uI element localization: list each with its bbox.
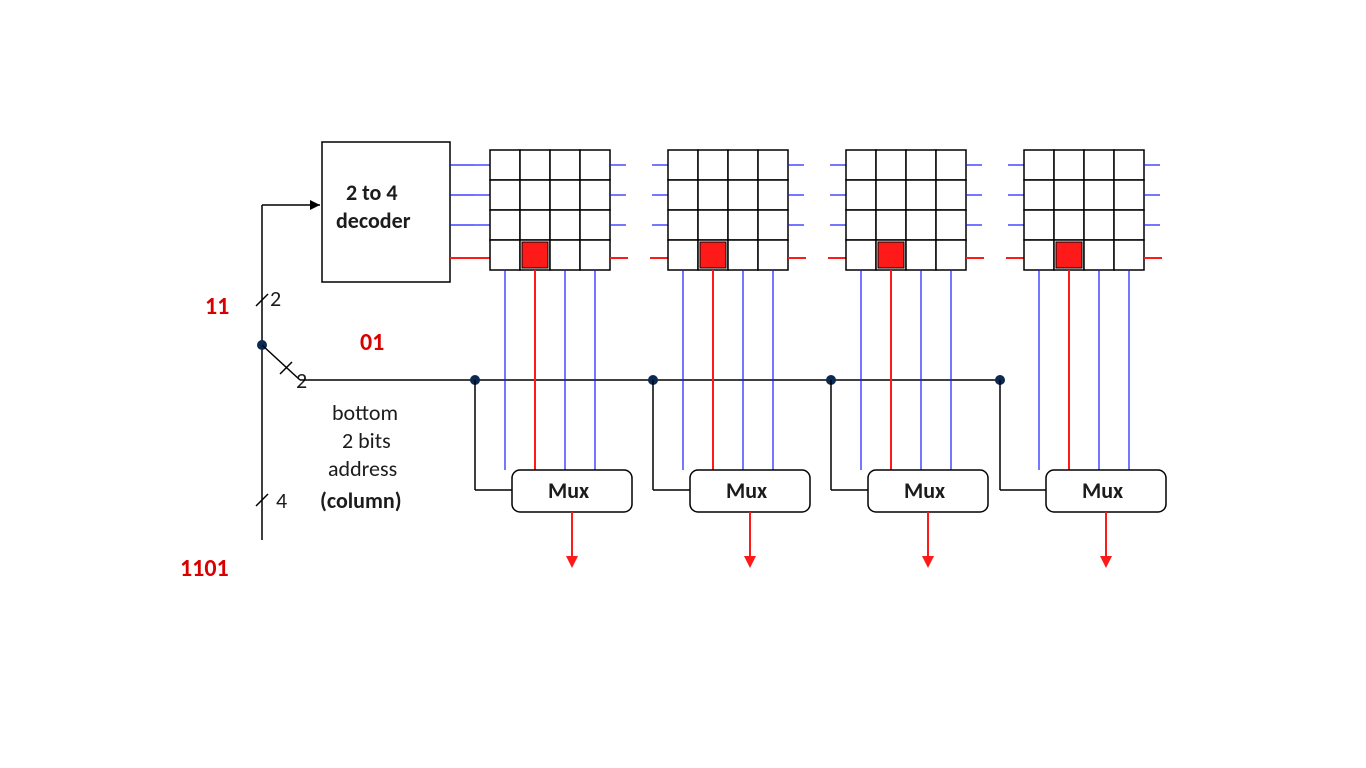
- decoder: 2 to 4 decoder: [322, 142, 450, 282]
- memory-bank-3: Mux: [995, 150, 1166, 568]
- memory-bank-0: Mux: [470, 150, 632, 568]
- memory-array-diagram: 4 1101 2 11 2 01 bottom 2 bits address (…: [0, 0, 1366, 768]
- mux-out-0: [566, 512, 578, 568]
- bus-width-4: 4: [276, 487, 287, 514]
- svg-text:Mux: Mux: [904, 477, 945, 504]
- svg-text:bottom: bottom: [332, 399, 398, 426]
- memory-bank-2: Mux: [826, 150, 988, 568]
- bus-width-row: 2: [270, 285, 281, 312]
- svg-text:Mux: Mux: [726, 477, 767, 504]
- svg-text:Mux: Mux: [1082, 477, 1123, 504]
- svg-text:2 bits: 2 bits: [342, 427, 391, 454]
- mux-out-3: [1100, 512, 1112, 568]
- column-note: bottom 2 bits address (column): [320, 399, 402, 514]
- row-bits: 11: [205, 292, 229, 321]
- decoder-outputs: [450, 165, 474, 258]
- address-full: 1101: [180, 554, 229, 583]
- svg-text:(column): (column): [320, 487, 402, 514]
- memory-bank-1: Mux: [648, 150, 810, 568]
- svg-text:Mux: Mux: [548, 477, 589, 504]
- svg-text:decoder: decoder: [336, 207, 411, 234]
- svg-text:2 to 4: 2 to 4: [346, 179, 398, 206]
- col-bits: 01: [360, 328, 384, 357]
- mux-out-2: [922, 512, 934, 568]
- svg-text:address: address: [328, 455, 397, 482]
- mux-out-1: [744, 512, 756, 568]
